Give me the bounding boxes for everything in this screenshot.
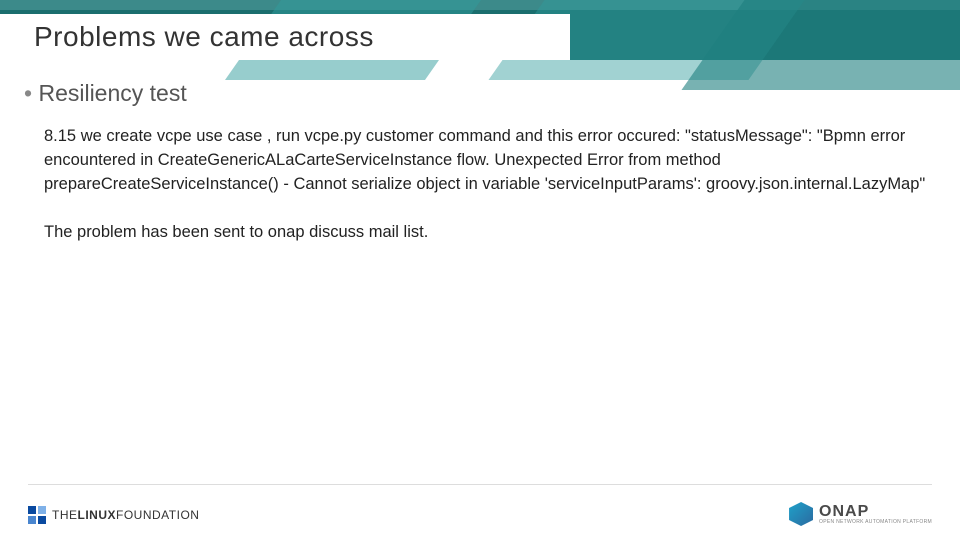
onap-name: ONAP (819, 504, 932, 520)
lf-suffix: FOUNDATION (116, 508, 199, 522)
onap-hex-icon (789, 502, 813, 526)
onap-text: ONAP OPEN NETWORK AUTOMATION PLATFORM (819, 504, 932, 525)
onap-logo: ONAP OPEN NETWORK AUTOMATION PLATFORM (789, 502, 932, 526)
lf-prefix: THE (52, 508, 78, 522)
footer: THELINUXFOUNDATION ONAP OPEN NETWORK AUT… (0, 492, 960, 526)
lf-text: THELINUXFOUNDATION (52, 508, 199, 522)
footer-separator (28, 484, 932, 485)
error-paragraph: 8.15 we create vcpe use case , run vcpe.… (44, 125, 936, 197)
followup-paragraph: The problem has been sent to onap discus… (44, 221, 936, 245)
linux-foundation-logo: THELINUXFOUNDATION (28, 506, 199, 524)
onap-tagline: OPEN NETWORK AUTOMATION PLATFORM (819, 520, 932, 525)
lf-mark-icon (28, 506, 46, 524)
title-bar: Problems we came across (0, 14, 570, 60)
content-area: Resiliency test 8.15 we create vcpe use … (24, 80, 936, 269)
lf-bold: LINUX (78, 508, 117, 522)
slide: Problems we came across Resiliency test … (0, 0, 960, 540)
bullet-resiliency: Resiliency test (24, 80, 936, 107)
slide-title: Problems we came across (0, 21, 374, 53)
